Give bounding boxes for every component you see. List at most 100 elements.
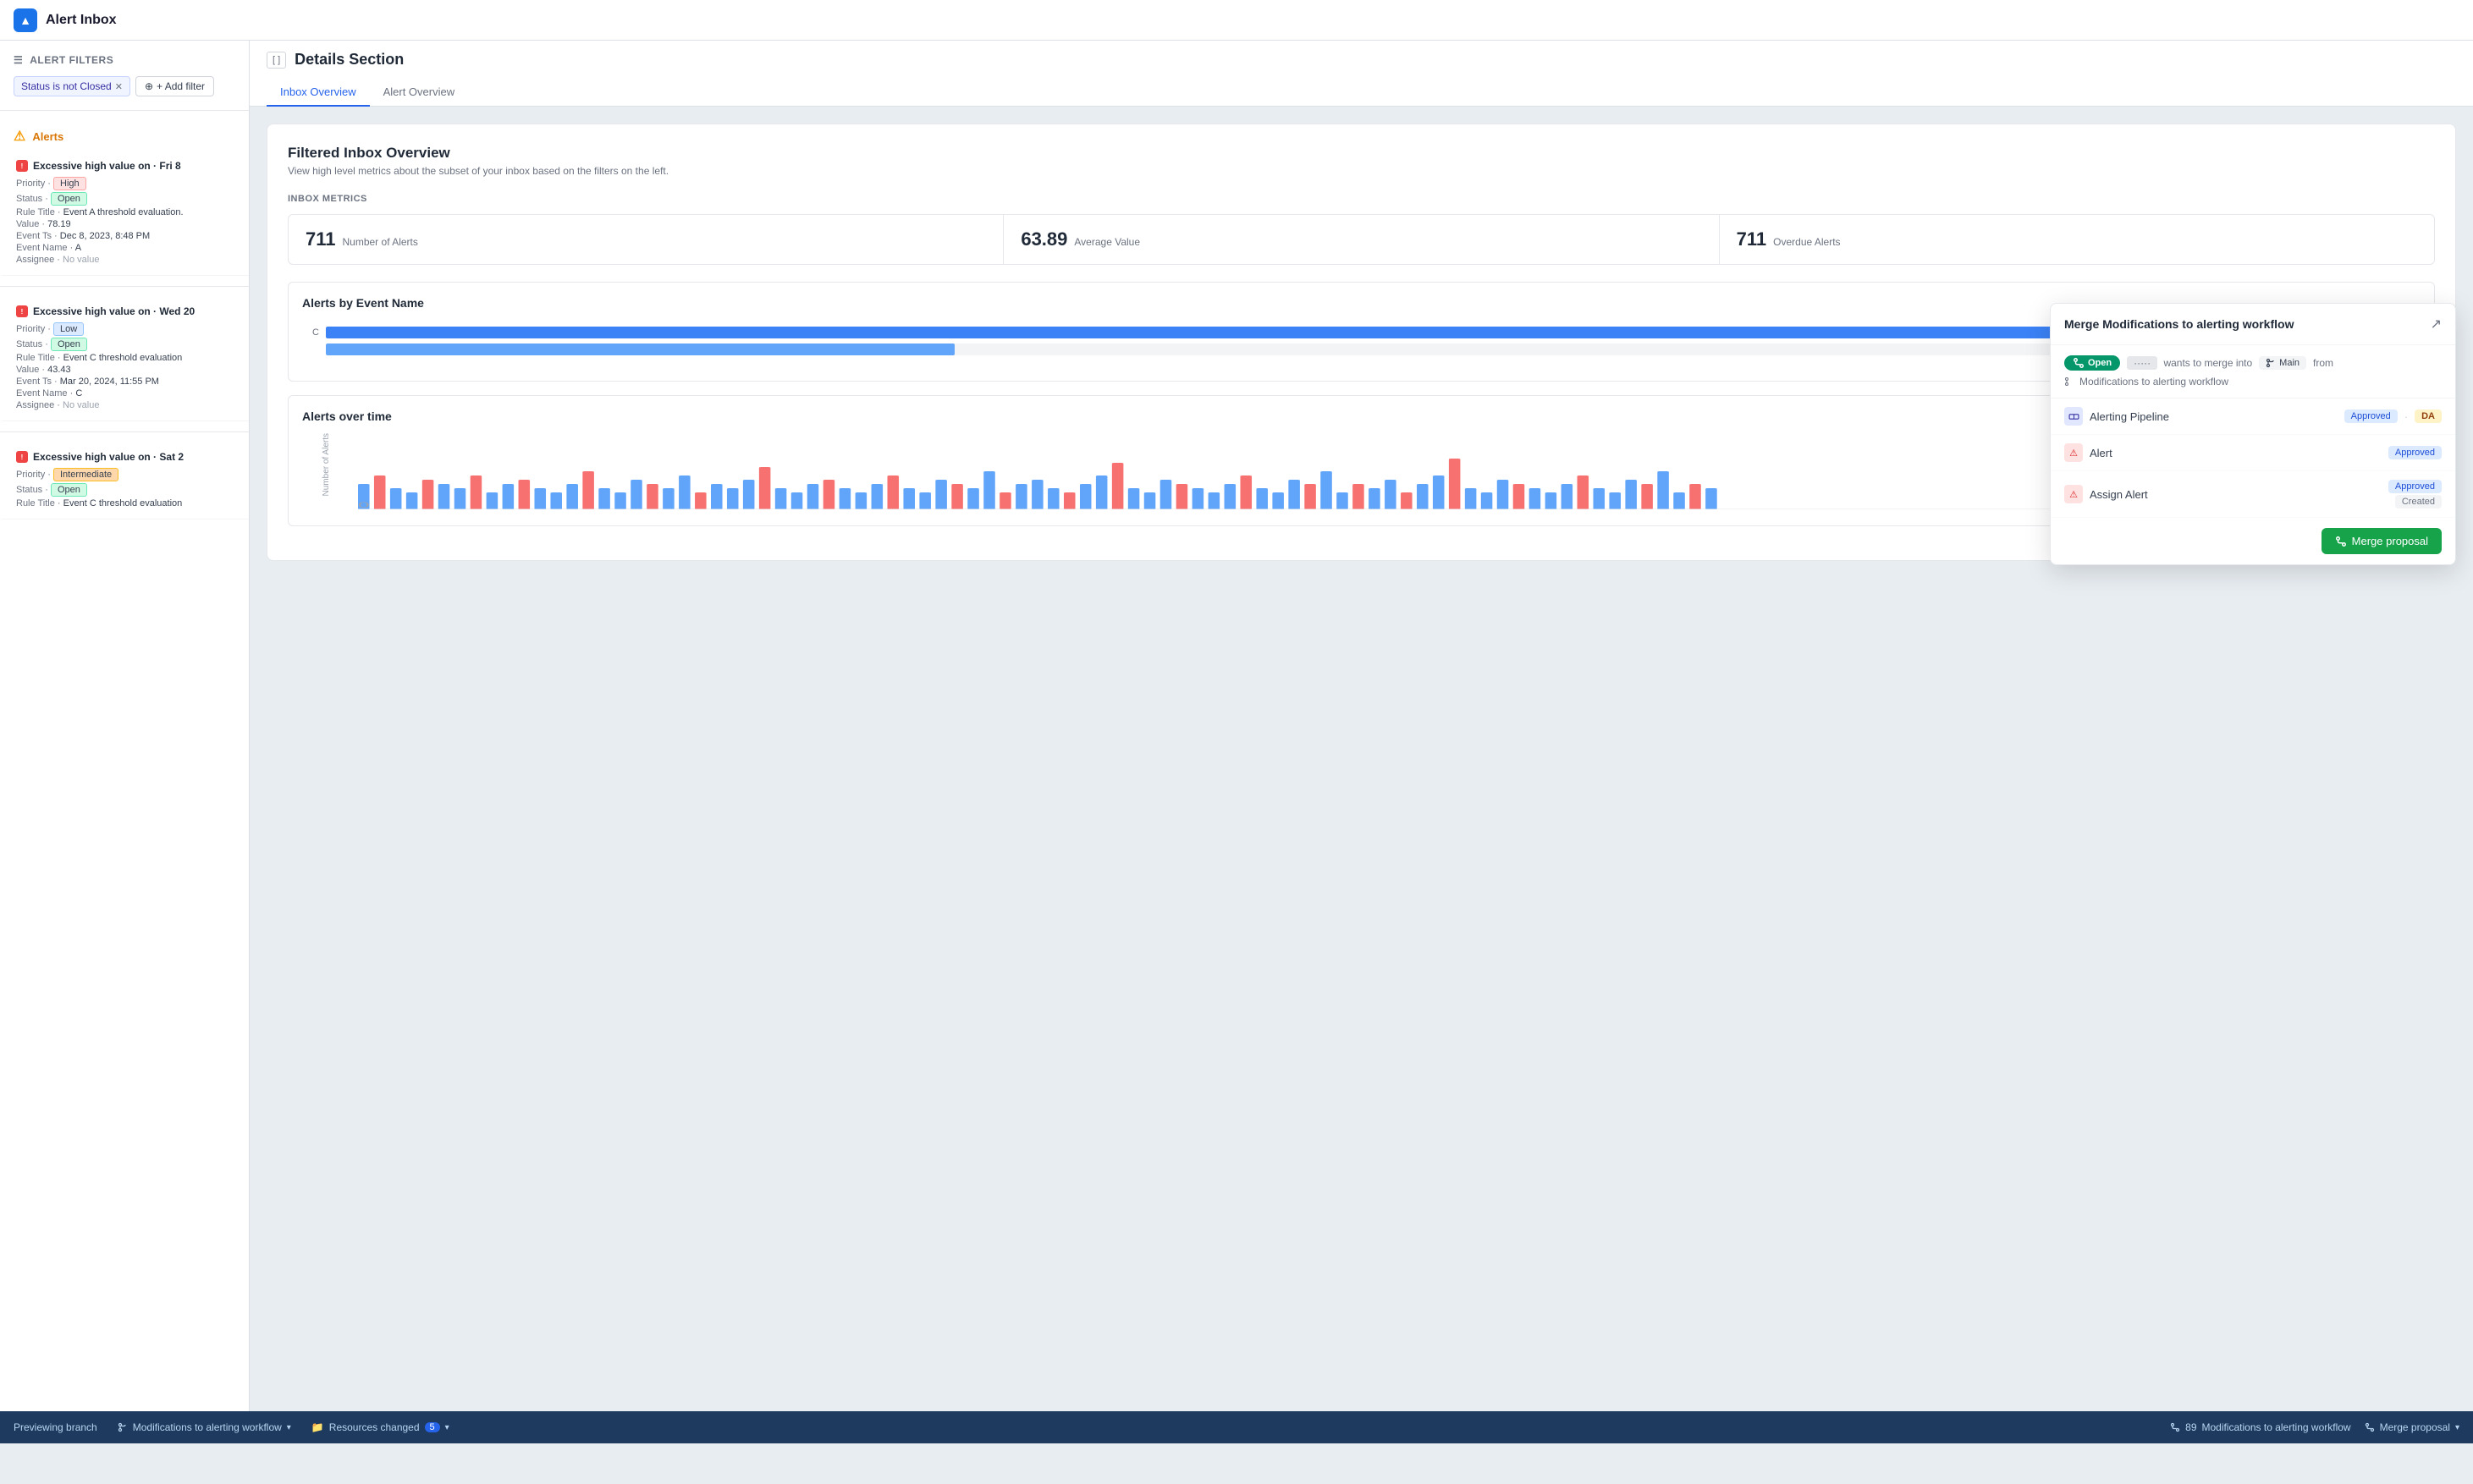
alert-item-title: ! Excessive high value on · Fri 8 xyxy=(16,160,235,172)
app-title: Alert Inbox xyxy=(46,13,117,28)
alert-item[interactable]: ! Excessive high value on · Sat 2 Priori… xyxy=(0,442,249,519)
alert-severity-dot: ! xyxy=(16,451,28,463)
tab-inbox-overview[interactable]: Inbox Overview xyxy=(267,79,370,107)
alert-assignee-field: Assignee · No value xyxy=(16,400,235,410)
resources-count-badge: 5 xyxy=(425,1422,440,1432)
metric-inline: 711 Number of Alerts xyxy=(306,228,986,250)
merge-btn-icon xyxy=(2335,536,2347,547)
hbar-fill xyxy=(326,327,2316,338)
pipeline-svg-icon xyxy=(2068,411,2079,422)
main-layout: ☰ Alert Filters Status is not Closed ✕ ⊕… xyxy=(0,41,2473,1411)
alert-title-text: Excessive high value on · Wed 20 xyxy=(33,305,195,317)
main-branch-label: Main xyxy=(2279,358,2300,368)
alert-event-ts-field: Event Ts · Mar 20, 2024, 11:55 PM xyxy=(16,376,235,387)
merge-subtitle: Modifications to alerting workflow xyxy=(2064,376,2442,387)
preview-label: Previewing branch xyxy=(14,1421,97,1433)
alert-event-name-field: Event Name · A xyxy=(16,243,235,253)
alert-small-icon: ⚠ xyxy=(2064,443,2083,462)
from-text: from xyxy=(2313,357,2333,369)
priority-badge: High xyxy=(53,177,86,190)
details-section-title: Details Section xyxy=(295,51,404,69)
folder-icon: 📁 xyxy=(311,1421,324,1433)
warning-icon: ⚠ xyxy=(14,128,25,145)
rule-title-value: Event A threshold evaluation. xyxy=(63,207,184,217)
assignee-value: No value xyxy=(63,255,99,265)
merge-into-text: ····· wants to merge into xyxy=(2127,357,2252,369)
merge-row-alert: ⚠ Alert Approved xyxy=(2051,435,2455,471)
branch-icon-sm xyxy=(2064,376,2074,387)
resources-dropdown-arrow: ▾ xyxy=(445,1423,449,1432)
alert-item[interactable]: ! Excessive high value on · Fri 8 Priori… xyxy=(0,151,249,276)
alerts-label: Alerts xyxy=(32,130,63,143)
status-badge: Open xyxy=(51,192,87,206)
alert-item[interactable]: ! Excessive high value on · Wed 20 Prior… xyxy=(0,297,249,421)
merge-row-left: ⚠ Assign Alert xyxy=(2064,485,2148,503)
merge-row-assign: ⚠ Assign Alert Approved Created xyxy=(2051,471,2455,518)
merge-source-placeholder: ····· xyxy=(2127,356,2157,370)
metric-value-avg: 63.89 xyxy=(1021,228,1067,250)
alert-priority-field: Priority · Low xyxy=(16,322,235,336)
add-filter-button[interactable]: ⊕ + Add filter xyxy=(135,76,214,96)
svg-text:0: 0 xyxy=(358,501,370,509)
alert-assignee-field: Assignee · No value xyxy=(16,255,235,265)
metric-inline: 711 Overdue Alerts xyxy=(1737,228,2417,250)
filter-icon: ☰ xyxy=(14,54,23,66)
tab-alert-overview[interactable]: Alert Overview xyxy=(370,79,469,107)
hbar-label: C xyxy=(302,327,319,338)
merge-popup: Merge Modifications to alerting workflow… xyxy=(2050,303,2456,565)
resources-label: Resources changed xyxy=(329,1421,420,1433)
event-name-value: C xyxy=(75,388,82,398)
assign-icon: ⚠ xyxy=(2064,485,2083,503)
merge-footer: Merge proposal xyxy=(2051,518,2455,564)
status-bar-resources[interactable]: 📁 Resources changed 5 ▾ xyxy=(311,1421,449,1433)
metric-cell-overdue: 711 Overdue Alerts xyxy=(1720,215,2434,264)
hbar-fill xyxy=(326,344,955,355)
alert-severity-dot: ! xyxy=(16,305,28,317)
status-bar-branch[interactable]: Modifications to alerting workflow ▾ xyxy=(118,1421,291,1433)
sidebar-divider xyxy=(0,110,249,111)
status-badge: Open xyxy=(51,483,87,497)
metric-inline: 63.89 Average Value xyxy=(1021,228,1701,250)
filter-chip-text: Status is not Closed xyxy=(21,80,112,92)
alert-value-field: Value · 43.43 xyxy=(16,365,235,375)
event-name-value: A xyxy=(75,243,81,253)
details-header: [ ] Details Section Inbox Overview Alert… xyxy=(250,41,2473,107)
metric-cell-alerts: 711 Number of Alerts xyxy=(289,215,1004,264)
event-ts-value: Mar 20, 2024, 11:55 PM xyxy=(60,376,159,387)
assign-icon-symbol: ⚠ xyxy=(2069,489,2078,500)
merge-popup-close-button[interactable]: ↗ xyxy=(2431,316,2442,333)
metric-value-overdue: 711 xyxy=(1737,228,1767,250)
active-filter-chip[interactable]: Status is not Closed ✕ xyxy=(14,76,130,96)
merge-proposal-button[interactable]: Merge proposal xyxy=(2322,528,2442,554)
alert-value-field: Value · 78.19 xyxy=(16,219,235,229)
sidebar: ☰ Alert Filters Status is not Closed ✕ ⊕… xyxy=(0,41,250,1411)
ts-y-axis: Number of Alerts xyxy=(302,433,353,512)
collapse-button[interactable]: [ ] xyxy=(267,52,286,69)
alert-rule-field: Rule Title · Event A threshold evaluatio… xyxy=(16,207,235,217)
metrics-row: 711 Number of Alerts 63.89 Average Value… xyxy=(288,214,2435,265)
tab-inbox-label: Inbox Overview xyxy=(280,85,356,98)
alerts-section: ⚠ Alerts ! Excessive high value on · Fri… xyxy=(0,121,249,519)
alert-divider-2 xyxy=(0,431,249,432)
app-header: ▲ Alert Inbox xyxy=(0,0,2473,41)
status-bar-preview[interactable]: Previewing branch xyxy=(14,1421,97,1433)
alert-status-field: Status · Open xyxy=(16,483,235,497)
status-bar-merge-proposal[interactable]: Merge proposal ▾ xyxy=(2365,1421,2459,1433)
merge-popup-header: Merge Modifications to alerting workflow… xyxy=(2051,304,2455,345)
alert-priority-field: Priority · Intermediate xyxy=(16,468,235,481)
value-value: 43.43 xyxy=(47,365,71,375)
filter-chip-close[interactable]: ✕ xyxy=(115,81,123,92)
overview-subtitle: View high level metrics about the subset… xyxy=(288,165,2435,177)
branch-status-icon xyxy=(118,1422,128,1432)
merge-count-icon xyxy=(2170,1422,2180,1432)
branch-status-name: Modifications to alerting workflow xyxy=(133,1421,282,1433)
filter-chips: Status is not Closed ✕ ⊕ + Add filter xyxy=(14,76,235,96)
branch-icon xyxy=(2266,358,2276,368)
merge-into-label: wants to merge into xyxy=(2163,357,2252,369)
priority-badge: Intermediate xyxy=(53,468,118,481)
merge-row-pipeline: Alerting Pipeline Approved · DA xyxy=(2051,398,2455,435)
merge-row-right: Approved xyxy=(2388,446,2442,459)
status-bar-merge-count[interactable]: 89 Modifications to alerting workflow xyxy=(2170,1421,2350,1433)
open-badge-text: Open xyxy=(2088,358,2112,368)
details-tabs: Inbox Overview Alert Overview xyxy=(267,79,2456,106)
